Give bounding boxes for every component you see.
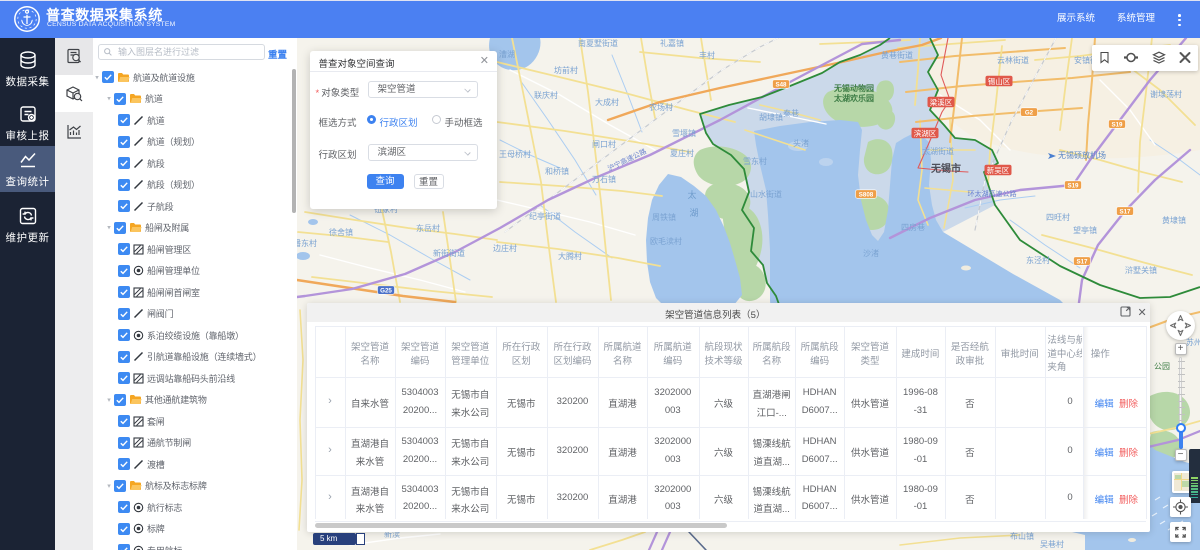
svg-text:雪堰镇: 雪堰镇	[672, 128, 696, 138]
svg-text:头渚: 头渚	[793, 138, 809, 148]
svg-text:梁溪区: 梁溪区	[930, 97, 953, 107]
svg-text:联庆村: 联庆村	[534, 90, 558, 100]
svg-text:徐舍镇: 徐舍镇	[329, 227, 353, 237]
svg-text:S19: S19	[1111, 121, 1123, 128]
svg-text:公园: 公园	[1154, 362, 1170, 371]
svg-text:太: 太	[687, 189, 696, 200]
svg-text:G25: G25	[380, 287, 392, 294]
svg-text:万石镇: 万石镇	[592, 174, 616, 184]
svg-text:S17: S17	[1076, 258, 1088, 265]
svg-text:锡山区: 锡山区	[988, 76, 1011, 86]
svg-text:东泾村: 东泾村	[1026, 255, 1050, 265]
svg-text:雪东村: 雪东村	[743, 156, 767, 166]
svg-text:纪亭街道: 纪亭街道	[529, 211, 561, 221]
svg-text:四房巷: 四房巷	[901, 222, 925, 232]
svg-text:太湖欢乐园: 太湖欢乐园	[833, 93, 874, 103]
svg-text:S17: S17	[1119, 208, 1131, 215]
svg-text:布山镇: 布山镇	[1010, 531, 1034, 541]
svg-text:胡埭镇: 胡埭镇	[759, 112, 783, 122]
svg-text:夏庄村: 夏庄村	[670, 148, 694, 158]
svg-text:礼嘉镇: 礼嘉镇	[660, 38, 684, 48]
svg-text:大腾村: 大腾村	[558, 251, 582, 261]
svg-text:大成村: 大成村	[595, 97, 619, 107]
svg-text:望亭镇: 望亭镇	[1073, 225, 1097, 235]
svg-text:谢埭荡村: 谢埭荡村	[1150, 89, 1182, 99]
svg-text:浒墅关镇: 浒墅关镇	[1125, 265, 1157, 275]
svg-text:欧毛渎村: 欧毛渎村	[650, 236, 682, 246]
svg-text:和桥镇: 和桥镇	[545, 166, 569, 176]
svg-text:东岳村: 东岳村	[416, 223, 440, 233]
svg-text:漕湖: 漕湖	[499, 49, 515, 59]
svg-text:无锡硕放机场: 无锡硕放机场	[1058, 150, 1106, 160]
svg-text:闸口村: 闸口村	[592, 139, 616, 149]
svg-text:沙渚: 沙渚	[863, 249, 879, 258]
svg-text:坊前村: 坊前村	[554, 65, 578, 75]
svg-text:无锡动物园: 无锡动物园	[833, 83, 874, 93]
svg-text:滨湖区: 滨湖区	[914, 128, 937, 138]
svg-text:黄埭镇: 黄埭镇	[1162, 215, 1186, 225]
svg-text:四旺村: 四旺村	[1046, 212, 1070, 222]
svg-text:农场村: 农场村	[649, 102, 673, 112]
svg-text:云林街道: 云林街道	[997, 55, 1029, 65]
svg-text:南夏墅街道: 南夏墅街道	[578, 38, 618, 48]
svg-text:环太湖高速公路: 环太湖高速公路	[968, 189, 1017, 198]
svg-text:湖: 湖	[689, 208, 698, 218]
svg-text:S808: S808	[859, 191, 874, 198]
svg-text:太湖街道: 太湖街道	[922, 146, 954, 156]
svg-text:王母桥村: 王母桥村	[499, 149, 531, 159]
svg-text:边庄村: 边庄村	[493, 243, 517, 253]
svg-text:G2: G2	[1025, 109, 1034, 116]
svg-text:黄巷街道: 黄巷街道	[881, 50, 913, 60]
svg-text:丰村: 丰村	[699, 50, 715, 60]
svg-text:新吴区: 新吴区	[987, 165, 1010, 175]
svg-text:吴巷村: 吴巷村	[1040, 539, 1064, 549]
svg-text:S19: S19	[1067, 182, 1079, 189]
svg-text:山水街道: 山水街道	[750, 189, 782, 199]
svg-text:秦巷: 秦巷	[783, 108, 799, 118]
svg-text:无锡市: 无锡市	[930, 162, 961, 175]
svg-text:S48: S48	[775, 81, 787, 88]
svg-text:新街街道: 新街街道	[433, 248, 465, 258]
svg-text:周铁镇: 周铁镇	[652, 212, 676, 222]
